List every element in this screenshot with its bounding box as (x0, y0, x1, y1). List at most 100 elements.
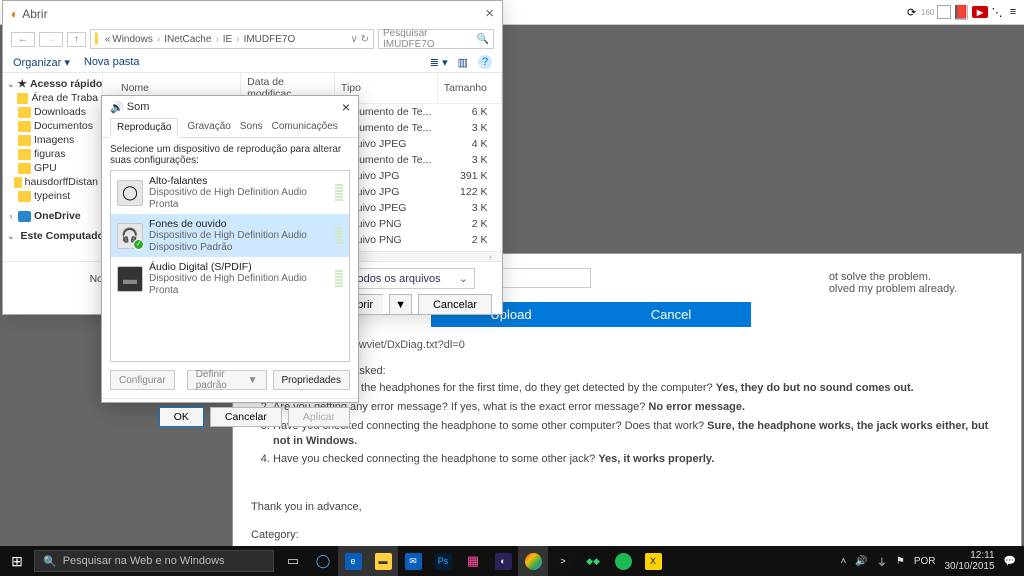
youtube-icon[interactable]: ▶ (972, 6, 988, 18)
app-x-icon[interactable]: X (638, 546, 668, 576)
tab-sounds[interactable]: Sons (240, 118, 263, 137)
sound-hint: Selecione um dispositivo de reprodução p… (102, 138, 358, 170)
terminal-icon[interactable]: > (548, 546, 578, 576)
task-icons: ▭ ◯ e ▬ ✉ Ps ▦ ◐ > ◆◆ X (278, 546, 668, 576)
ps-icon[interactable]: Ps (428, 546, 458, 576)
menu-icon[interactable]: ≡ (1006, 5, 1020, 19)
volume-icon[interactable]: 🔊 (855, 556, 867, 567)
sound-title-text: Som (127, 101, 150, 113)
sidebar-item[interactable]: typeinst (5, 189, 100, 203)
cortana-icon[interactable]: ◯ (308, 546, 338, 576)
onedrive[interactable]: ›OneDrive (5, 209, 100, 223)
sidebar-item[interactable]: GPU (5, 161, 100, 175)
sidebar-item[interactable]: Documentos (5, 119, 100, 133)
category-label: Category: (251, 529, 1003, 541)
grid-icon[interactable]: ▦ (458, 546, 488, 576)
list-item: Are you getting any error message? If ye… (273, 400, 1003, 415)
badge: 160 (921, 5, 935, 19)
tab-playback[interactable]: Reprodução (110, 118, 178, 138)
configure-button[interactable]: Configurar (110, 370, 175, 390)
app-green-icon[interactable]: ◆◆ (578, 546, 608, 576)
close-icon[interactable]: × (342, 99, 350, 115)
sidebar-item[interactable]: Downloads (5, 105, 100, 119)
fwd-button[interactable]: → (39, 32, 63, 47)
tab-recording[interactable]: Gravação (187, 118, 230, 137)
start-button[interactable]: ⊞ (0, 553, 34, 570)
nav-pane[interactable]: ⌄★ Acesso rápido Área de Traba Downloads… (3, 73, 103, 261)
speaker-icon: 🔊 (110, 101, 124, 114)
preview-icon[interactable]: ▥ (458, 56, 468, 69)
clock[interactable]: 12:1130/10/2015 (944, 550, 994, 572)
device-row[interactable]: ▬ Áudio Digital (S/PDIF)Dispositivo de H… (111, 257, 349, 300)
sound-titlebar: 🔊 Som × (102, 96, 358, 118)
breadcrumb-row: ← → ↑ ▍ « Windows› INetCache› IE› IMUDFE… (3, 26, 502, 52)
organize-menu[interactable]: Organizar ▾ (13, 56, 70, 69)
notifications-icon[interactable]: 💬 (1004, 556, 1016, 567)
list-item: Have you checked connecting the headphon… (273, 419, 1003, 449)
properties-button[interactable]: Propriedades (273, 370, 350, 390)
close-icon[interactable]: × (485, 5, 494, 22)
chrome-icon[interactable] (518, 546, 548, 576)
device-list[interactable]: ◯ Alto-falantesDispositivo de High Defin… (110, 170, 350, 362)
sidebar-item[interactable]: Imagens (5, 133, 100, 147)
check-icon: ✓ (133, 239, 144, 250)
taskbar: ⊞ 🔍 Pesquisar na Web e no Windows ▭ ◯ e … (0, 546, 1024, 576)
folder-icon: ▍ (95, 34, 103, 45)
systray[interactable]: ˄ 🔊 ⏚ ⚑ POR 12:1130/10/2015 💬 (841, 550, 1024, 572)
ok-button[interactable]: OK (159, 407, 204, 427)
window-icon[interactable] (937, 5, 951, 19)
view-icon[interactable]: ≣ ▾ (430, 56, 448, 69)
filetype-select[interactable]: Todos os arquivos⌄ (345, 268, 475, 289)
thanks-text: Thank you in advance, (251, 501, 1003, 513)
question-list: When you plug in the headphones for the … (273, 381, 1003, 467)
taskview-icon[interactable]: ▭ (278, 546, 308, 576)
cancel-sound-button[interactable]: Cancelar (210, 407, 282, 427)
sidebar-item[interactable]: Área de Traba (5, 91, 100, 105)
tab-comm[interactable]: Comunicações (272, 118, 338, 137)
lang-indicator[interactable]: POR (914, 556, 936, 567)
open-caret[interactable]: ▼ (389, 294, 412, 315)
ok-row: OK Cancelar Aplicar (102, 398, 358, 435)
list-item: When you plug in the headphones for the … (273, 381, 1003, 396)
dialog-title: Abrir (22, 7, 47, 21)
device-row[interactable]: 🎧✓ Fones de ouvidoDispositivo de High De… (111, 214, 349, 257)
sidebar-item[interactable]: figuras (5, 147, 100, 161)
help-icon[interactable]: ? (478, 55, 492, 69)
speaker-device-icon: ◯ (117, 180, 143, 206)
this-pc[interactable]: ⌄Este Computador (5, 229, 100, 243)
text-b: olved my problem already. (829, 283, 957, 295)
more-icon[interactable]: ⋱ (990, 5, 1004, 19)
quick-access[interactable]: ⌄★ Acesso rápido (5, 77, 100, 91)
toolbar: Organizar ▾ Nova pasta ≣ ▾ ▥ ? (3, 52, 502, 73)
breadcrumb[interactable]: ▍ « Windows› INetCache› IE› IMUDFE7O ∨ ↻ (90, 29, 374, 49)
mail-icon[interactable]: ✉ (398, 546, 428, 576)
device-buttons: Configurar Definir padrão ▼ Propriedades (102, 362, 358, 398)
firefox-icon: ◐ (11, 7, 18, 21)
search-input[interactable]: 🔍 Pesquisar na Web e no Windows (34, 550, 274, 572)
eclipse-icon[interactable]: ◐ (488, 546, 518, 576)
search-icon: 🔍 (477, 34, 489, 45)
wifi-icon[interactable]: ⏚ (877, 554, 887, 569)
edge-icon[interactable]: e (338, 546, 368, 576)
search-icon: 🔍 (43, 555, 57, 568)
cancel-open-button[interactable]: Cancelar (418, 294, 492, 315)
back-button[interactable]: ← (11, 32, 35, 47)
open-titlebar: ◐ Abrir × (3, 1, 502, 26)
cancel-button[interactable]: Cancel (591, 302, 751, 327)
setdefault-button[interactable]: Definir padrão ▼ (187, 370, 267, 390)
explorer-icon[interactable]: ▬ (368, 546, 398, 576)
headphones-icon: 🎧✓ (117, 223, 143, 249)
apply-button[interactable]: Aplicar (288, 407, 350, 427)
up-button[interactable]: ↑ (67, 32, 86, 47)
search-input[interactable]: Pesquisar IMUDFE7O🔍 (378, 29, 494, 49)
sidebar-item[interactable]: hausdorffDistan (5, 175, 100, 189)
text-a: ot solve the problem. (829, 271, 931, 283)
chevron-up-icon[interactable]: ˄ (841, 556, 847, 567)
bookmark-icon[interactable]: 📕 (953, 4, 970, 21)
spdif-icon: ▬ (117, 266, 143, 292)
reload-icon[interactable]: ⟳ (905, 5, 919, 19)
flag-icon[interactable]: ⚑ (896, 556, 905, 567)
app-spotify-icon[interactable] (608, 546, 638, 576)
device-row[interactable]: ◯ Alto-falantesDispositivo de High Defin… (111, 171, 349, 214)
newfolder-button[interactable]: Nova pasta (84, 56, 140, 68)
